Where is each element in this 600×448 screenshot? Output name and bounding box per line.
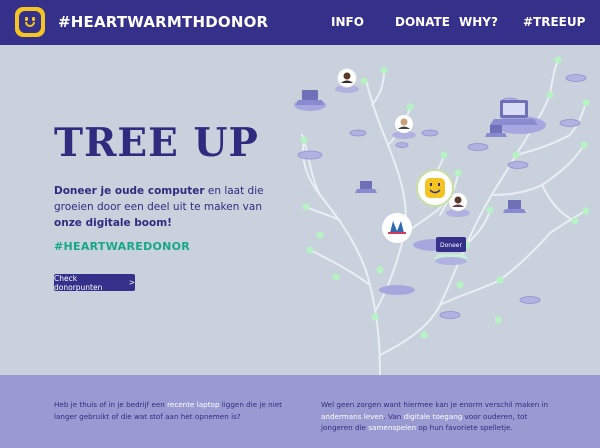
logo-icon[interactable] [15,7,45,37]
laptop-icon [355,181,377,193]
nav-info[interactable]: INFO [331,15,364,29]
footer-right-highlight-3: samenspelen [368,423,417,432]
intro-bold-1: Doneer je oude computer [54,185,205,197]
donate-badge-node: Doneer [434,237,468,265]
digital-tree-illustration: Doneer [294,56,590,375]
user-avatar [392,115,416,139]
laptop-icon [294,90,326,111]
hashtag: #HEARTWAREDONOR [54,240,191,253]
intro-bold-2: onze digitale boom! [54,217,172,229]
chevron-right-icon: > [128,278,135,287]
footer-right-4: op hun favoriete spelletje. [416,423,513,432]
footer-right-highlight-2: digitale toegang [403,411,463,421]
user-avatar [335,68,359,93]
nav-donate[interactable]: DONATE [395,15,450,29]
tree-branches [301,59,587,375]
top-navbar: #HEARTWARMTHDONOR INFO DONATE WHY? #TREE… [0,0,600,45]
laptop-icon [503,200,526,213]
page-title: TREE UP [54,120,259,166]
brand-title[interactable]: #HEARTWARMTHDONOR [58,13,268,31]
intro-text: Doneer je oude computer en laat die groe… [54,183,284,231]
footer-left-highlight: recente laptop [167,400,220,409]
footer-text-left: Heb je thuis of in je bedrijf een recent… [54,399,304,422]
cta-label: Check donorpunten [54,273,103,292]
footer-left-1: Heb je thuis of in je bedrijf een [54,400,168,409]
footer-right-highlight-1: andermans leven [321,411,384,421]
nav-why[interactable]: WHY? [459,15,498,29]
donate-badge-label: Doneer [440,242,462,249]
partner-logo-node [379,213,415,295]
footer-text-right: Wel geen zorgen want hiermee kan je enor… [321,399,561,434]
nav-treeup[interactable]: #TREEUP [523,15,585,29]
check-donorpunten-button[interactable]: Check donorpunten > [54,273,135,292]
footer-right-1: Wel geen zorgen want hiermee kan je enor… [321,400,549,409]
footer-right-2: . Van [383,411,404,421]
